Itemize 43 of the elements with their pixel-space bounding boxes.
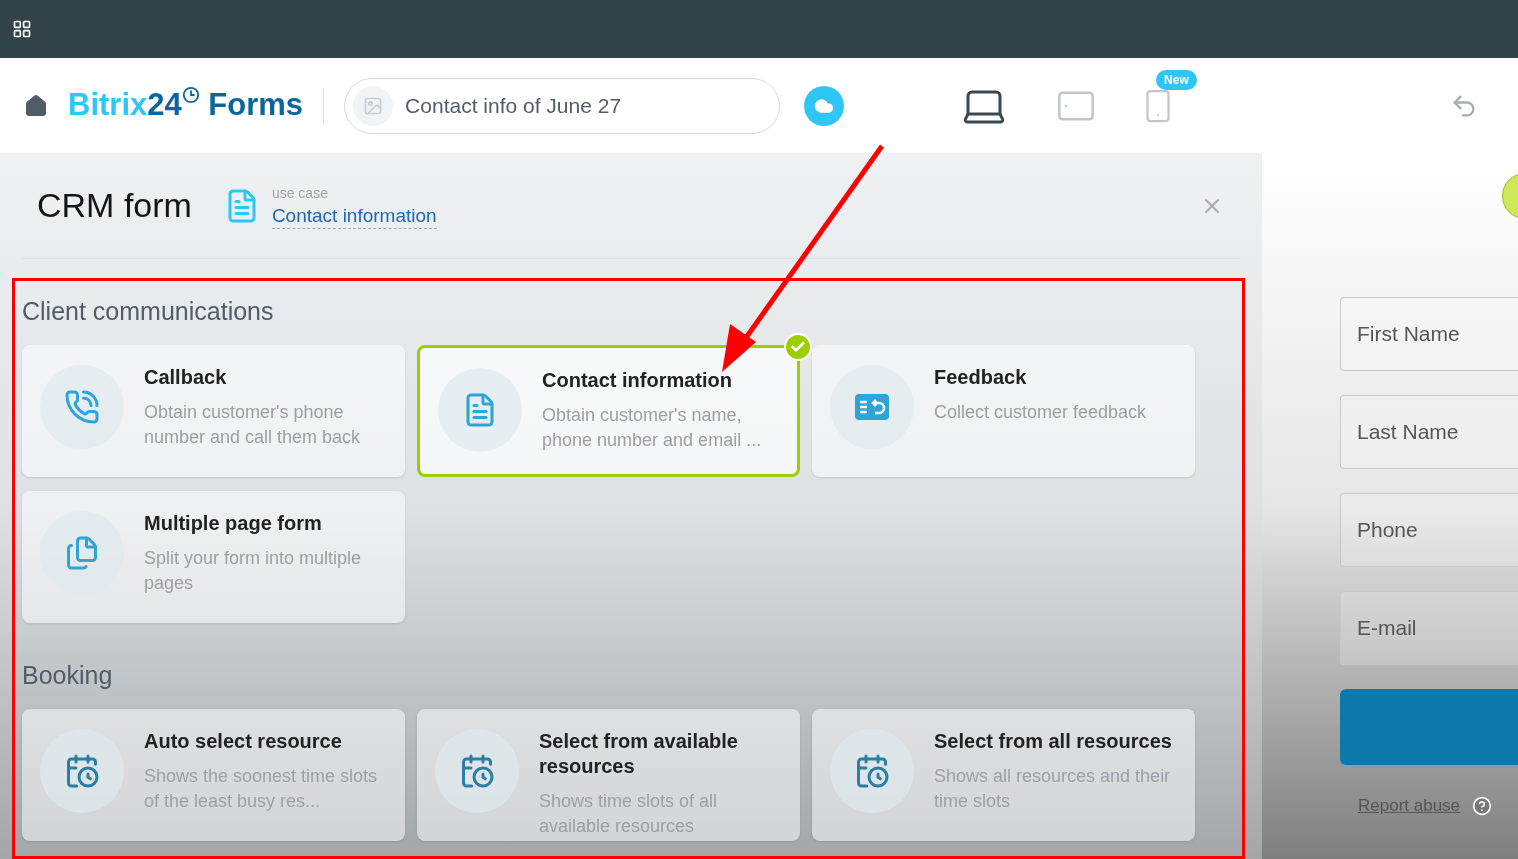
card-description: Obtain customer's name, phone number and email ... <box>542 404 763 452</box>
use-case-card[interactable]: Multiple page form Split your form into multiple pages <box>22 491 405 623</box>
card-title: Callback <box>144 365 228 390</box>
panel-title: CRM form <box>37 185 192 226</box>
cloud-icon[interactable] <box>804 85 845 126</box>
card-title: Select from all resources <box>934 729 1173 754</box>
calendar-icon <box>64 753 100 789</box>
check-icon <box>784 333 812 361</box>
use-case-card[interactable]: Callback Obtain customer's phone number and call them back <box>22 345 405 477</box>
use-case-card[interactable]: Select from all resources Shows all resources and their time slots <box>812 709 1195 841</box>
use-case-label: use case <box>271 183 329 203</box>
phone-icon <box>64 389 100 425</box>
use-case-card[interactable]: Auto select resource Shows the soonest time slots of the least busy res... <box>22 709 405 841</box>
use-case-card[interactable]: Contact information Obtain customer's name, phone number and email ... <box>417 345 800 477</box>
card-title: Feedback <box>934 365 1028 390</box>
section-title: Client communications <box>22 297 275 325</box>
card-description: Shows all resources and their time slots <box>934 765 1172 813</box>
card-description: Split your form into multiple pages <box>144 547 363 595</box>
text-input-field[interactable]: Phone <box>1340 493 1518 567</box>
use-case-card[interactable]: Feedback Collect customer feedback <box>812 345 1195 477</box>
card-title: Multiple page form <box>144 511 323 536</box>
card-description: Collect customer feedback <box>934 401 1147 424</box>
card-title: Select from available resources <box>539 729 739 779</box>
calendar-icon <box>854 753 890 789</box>
text-input-field[interactable]: Last Name <box>1340 395 1518 469</box>
card-title: Auto select resource <box>144 729 343 754</box>
new-badge: New <box>1156 69 1197 90</box>
text-input-field[interactable]: First Name <box>1340 297 1518 371</box>
use-case-link[interactable]: Contact information <box>271 203 437 229</box>
section-title: Booking <box>22 661 114 689</box>
image-placeholder-icon <box>353 85 394 126</box>
use-case-card[interactable]: Select from available resources Shows time slots of all available resources <box>417 709 800 841</box>
documents-icon <box>64 535 100 571</box>
card-description: Shows the soonest time slots of the least busy res... <box>144 765 379 813</box>
logo: Bitrix24 Forms <box>68 86 304 125</box>
card-description: Shows time slots of all available resources <box>539 790 719 838</box>
apps-grid-icon[interactable] <box>12 19 32 39</box>
card-title: Contact information <box>542 368 733 393</box>
calendar-icon <box>459 753 495 789</box>
text-input-field[interactable]: E-mail <box>1340 591 1518 665</box>
card-description: Obtain customer's phone number and call them back <box>144 401 362 449</box>
home-icon[interactable] <box>24 93 48 118</box>
help-icon[interactable] <box>1472 795 1493 816</box>
